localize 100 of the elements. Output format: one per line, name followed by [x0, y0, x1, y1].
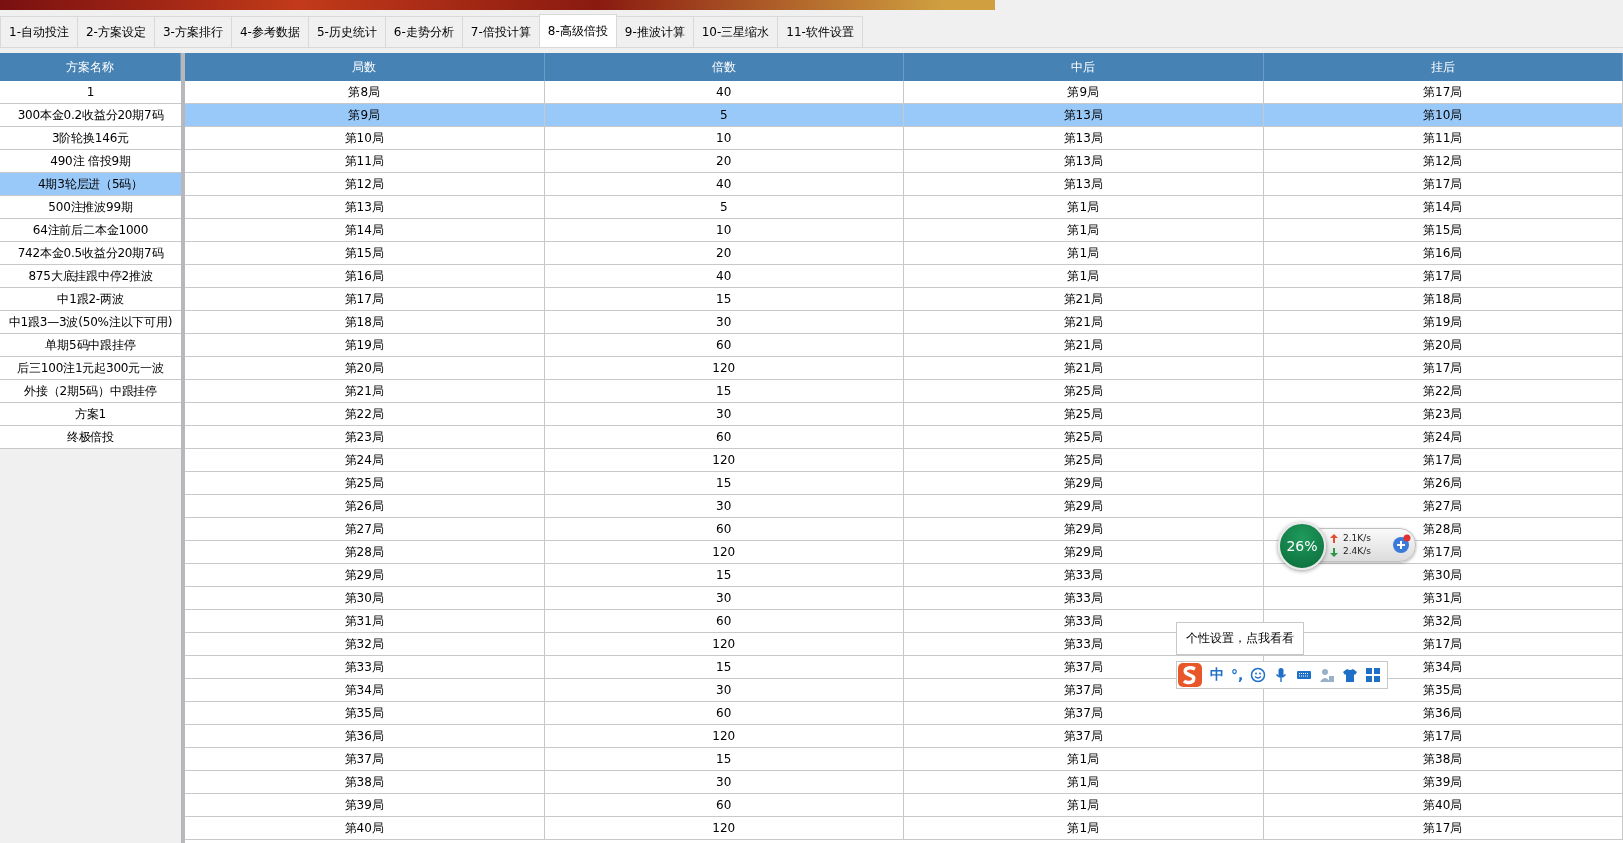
table-cell: 第9局	[904, 81, 1264, 104]
table-cell: 第13局	[185, 196, 545, 219]
table-cell: 60	[544, 794, 904, 817]
table-cell: 第17局	[185, 288, 545, 311]
table-cell: 120	[544, 817, 904, 840]
scheme-list-item[interactable]: 单期5码中跟挂停	[0, 334, 181, 357]
table-cell: 60	[544, 518, 904, 541]
tab[interactable]: 1-自动投注	[0, 16, 78, 47]
table-cell: 第30局	[185, 587, 545, 610]
scheme-list-item[interactable]: 1	[0, 81, 181, 104]
table-cell: 第16局	[1263, 242, 1623, 265]
column-header[interactable]: 倍数	[544, 53, 904, 81]
table-cell: 第29局	[904, 495, 1264, 518]
table-cell: 第37局	[904, 702, 1264, 725]
table-cell: 第12局	[185, 173, 545, 196]
table-cell: 第10局	[185, 127, 545, 150]
table-cell: 第11局	[1263, 127, 1623, 150]
table-cell: 第9局	[185, 104, 545, 127]
table-cell: 第12局	[1263, 150, 1623, 173]
plus-icon[interactable]	[1392, 534, 1412, 554]
table-cell: 10	[544, 127, 904, 150]
scheme-list-item[interactable]: 终极倍投	[0, 426, 181, 449]
table-cell: 第13局	[904, 150, 1264, 173]
table-cell: 第1局	[904, 771, 1264, 794]
column-header[interactable]: 中后	[904, 53, 1264, 81]
scheme-list-item[interactable]: 875大底挂跟中停2推波	[0, 265, 181, 288]
table-cell: 120	[544, 449, 904, 472]
shirt-icon[interactable]	[1342, 667, 1359, 683]
scheme-list-item[interactable]: 中1跟2-两波	[0, 288, 181, 311]
table-cell: 30	[544, 403, 904, 426]
table-cell: 第40局	[185, 817, 545, 840]
grid-icon[interactable]	[1365, 667, 1382, 683]
scheme-list-item[interactable]: 742本金0.5收益分20期7码	[0, 242, 181, 265]
table-cell: 第20局	[185, 357, 545, 380]
scheme-list-item[interactable]: 中1跟3—3波(50%注以下可用)	[0, 311, 181, 334]
table-cell: 15	[544, 564, 904, 587]
table-cell: 第8局	[185, 81, 545, 104]
scheme-list-item[interactable]: 3阶轮换146元	[0, 127, 181, 150]
table-cell: 10	[544, 219, 904, 242]
table-cell: 第30局	[1263, 564, 1623, 587]
table-cell: 第34局	[185, 679, 545, 702]
table-cell: 30	[544, 311, 904, 334]
table-cell: 第21局	[904, 311, 1264, 334]
table-cell: 第27局	[185, 518, 545, 541]
upload-speed: 2.1K/s	[1343, 533, 1371, 543]
table-cell: 30	[544, 495, 904, 518]
table-cell: 第26局	[185, 495, 545, 518]
table-cell: 30	[544, 679, 904, 702]
table-cell: 第17局	[1263, 173, 1623, 196]
table-cell: 第29局	[185, 564, 545, 587]
table-cell: 第32局	[185, 633, 545, 656]
table-cell: 40	[544, 173, 904, 196]
scheme-list-item[interactable]: 490注 倍投9期	[0, 150, 181, 173]
table-cell: 第13局	[904, 104, 1264, 127]
tab[interactable]: 11-软件设置	[777, 16, 863, 47]
table-cell: 第35局	[185, 702, 545, 725]
smiley-icon[interactable]	[1250, 667, 1267, 683]
down-arrow-icon	[1330, 548, 1338, 557]
table-cell: 60	[544, 702, 904, 725]
column-header[interactable]: 方案名称	[0, 53, 181, 81]
column-header[interactable]: 挂后	[1263, 53, 1623, 81]
table-cell: 第40局	[1263, 794, 1623, 817]
table-cell: 5	[544, 104, 904, 127]
scheme-list-item[interactable]: 外接（2期5码）中跟挂停	[0, 380, 181, 403]
table-cell: 第37局	[185, 748, 545, 771]
table-cell: 第37局	[904, 725, 1264, 748]
scheme-list-item[interactable]: 4期3轮层进（5码）	[0, 173, 181, 196]
table-cell: 第21局	[904, 288, 1264, 311]
table-cell: 第38局	[1263, 748, 1623, 771]
scheme-list-item[interactable]: 方案1	[0, 403, 181, 426]
table-cell: 第17局	[1263, 265, 1623, 288]
tab[interactable]: 8-高级倍投	[538, 14, 617, 47]
scheme-list-item[interactable]: 500注推波99期	[0, 196, 181, 219]
table-cell: 第1局	[904, 196, 1264, 219]
table-cell: 60	[544, 426, 904, 449]
table-cell: 15	[544, 656, 904, 679]
table-cell: 第25局	[904, 449, 1264, 472]
table-cell: 5	[544, 196, 904, 219]
table-cell: 第19局	[185, 334, 545, 357]
table-cell: 第17局	[1263, 357, 1623, 380]
table-cell: 15	[544, 380, 904, 403]
table-cell: 第22局	[185, 403, 545, 426]
table-cell: 第36局	[1263, 702, 1623, 725]
table-cell: 第17局	[1263, 449, 1623, 472]
scheme-list-item[interactable]: 64注前后二本金1000	[0, 219, 181, 242]
scheme-list-item[interactable]: 300本金0.2收益分20期7码	[0, 104, 181, 127]
table-cell: 第25局	[904, 380, 1264, 403]
table-cell: 第29局	[904, 518, 1264, 541]
table-cell: 第25局	[904, 426, 1264, 449]
table-cell: 120	[544, 725, 904, 748]
ime-logo-icon[interactable]	[1177, 662, 1203, 688]
table-cell: 第21局	[904, 357, 1264, 380]
table-cell: 第15局	[185, 242, 545, 265]
table-cell: 120	[544, 633, 904, 656]
table-cell: 第10局	[1263, 104, 1623, 127]
table-cell: 第13局	[904, 127, 1264, 150]
table-cell: 第15局	[1263, 219, 1623, 242]
column-header[interactable]: 局数	[185, 53, 545, 81]
table-cell: 40	[544, 81, 904, 104]
scheme-list-item[interactable]: 后三100注1元起300元一波	[0, 357, 181, 380]
